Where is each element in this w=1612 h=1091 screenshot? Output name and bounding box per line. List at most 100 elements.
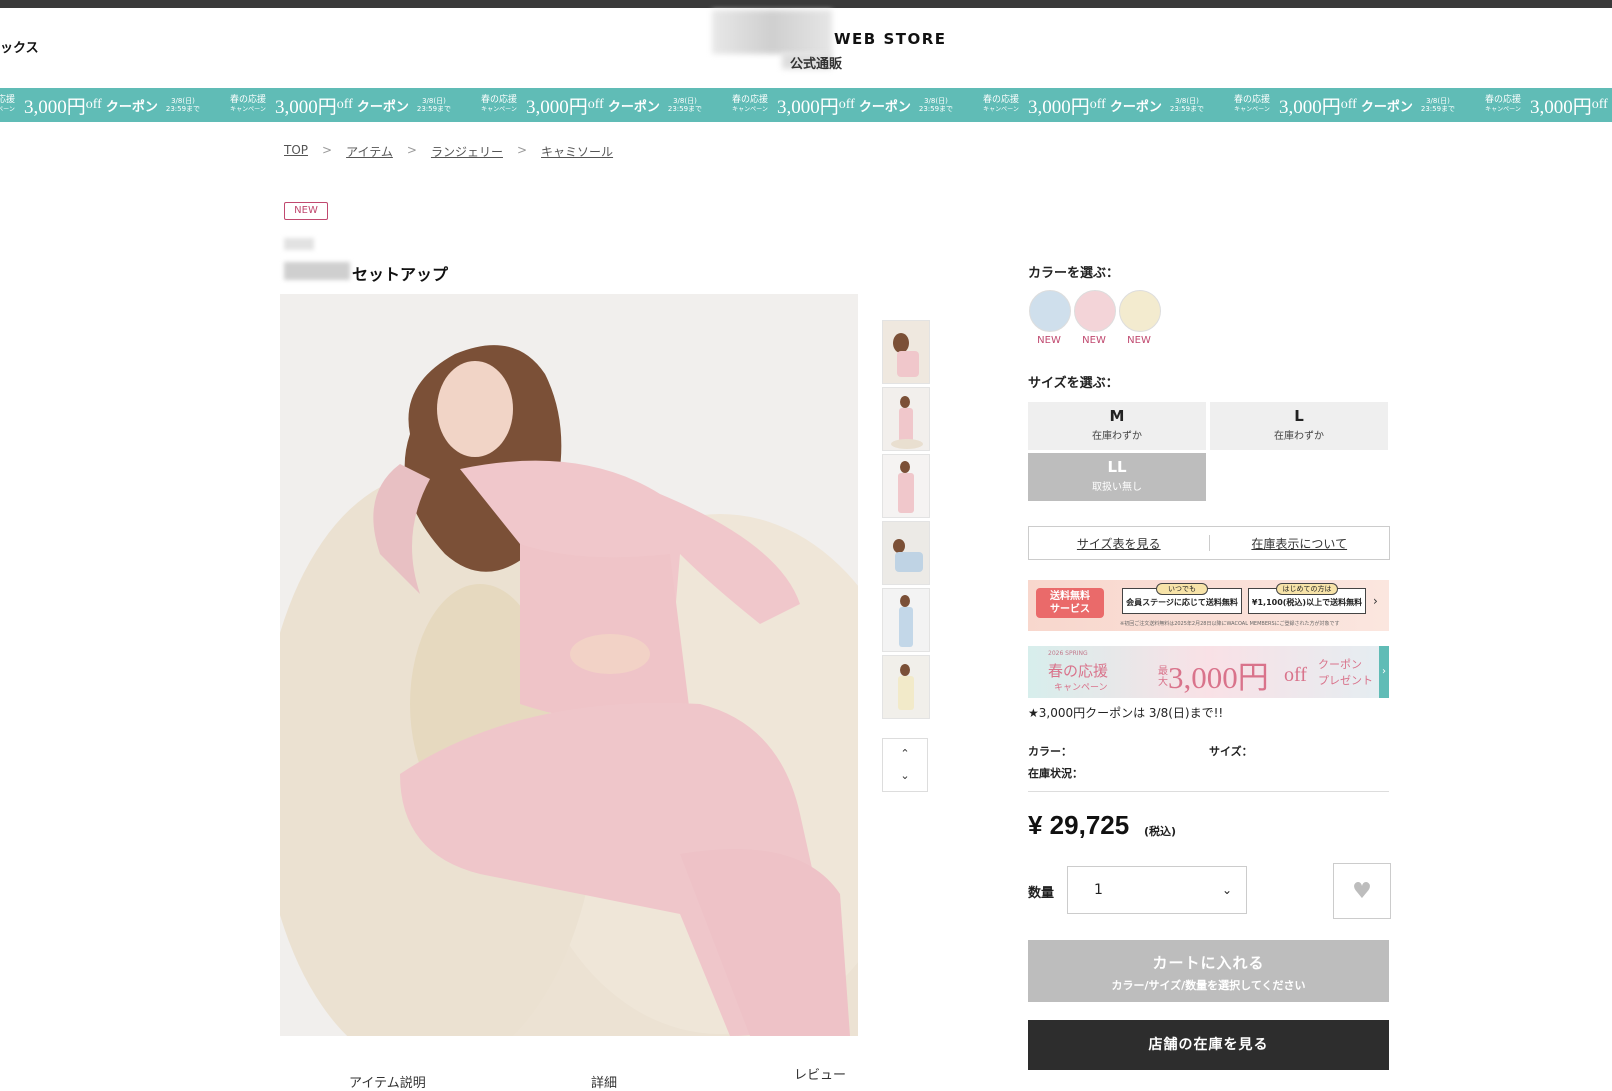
breadcrumb: TOP > アイテム > ランジェリー > キャミソール — [284, 143, 613, 160]
thumbnail-1[interactable] — [882, 320, 930, 384]
size-option-l[interactable]: L 在庫わずか — [1210, 402, 1388, 450]
banner-date: 3/8(日)23:59まで — [919, 97, 953, 113]
banner-coupon: クーポン — [1361, 96, 1413, 115]
first-time-box: はじめての方は ¥1,100(税込)以上で送料無料 — [1248, 588, 1366, 614]
header-nav-text[interactable]: ックス — [0, 37, 39, 56]
banner-campaign: 春の応援キャンペーン — [980, 96, 1022, 114]
thumbnail-5[interactable] — [882, 588, 930, 652]
member-ship-box: いつでも 会員ステージに応じて送料無料 — [1122, 588, 1242, 614]
thumbnail-6[interactable] — [882, 655, 930, 719]
title-prefix-blur — [284, 262, 350, 280]
heart-icon: ♥ — [1352, 879, 1372, 904]
banner-off: off — [588, 97, 604, 113]
logo-subtitle: 公式通販 — [790, 53, 842, 72]
free-ship-text: 送料無料 — [1050, 591, 1090, 602]
chevron-right-icon: › — [1379, 646, 1389, 698]
tab-item-description[interactable]: アイテム説明 — [349, 1072, 426, 1091]
first-time-text: ¥1,100(税込)以上で送料無料 — [1249, 597, 1365, 608]
banner-date: 3/8(日)23:59まで — [1421, 97, 1455, 113]
logo-title[interactable]: WEB STORE — [834, 30, 947, 48]
banner-date: 3/8(日)23:59まで — [166, 97, 200, 113]
cart-label: カートに入れる — [1028, 952, 1389, 973]
thumbnail-2[interactable] — [882, 387, 930, 451]
banner-off: off — [1341, 97, 1357, 113]
size-option-ll: LL 取扱い無し — [1028, 453, 1206, 501]
favorite-button[interactable]: ♥ — [1333, 863, 1391, 919]
logo-mark[interactable] — [712, 10, 832, 54]
thumbnail-4[interactable] — [882, 521, 930, 585]
banner-item[interactable]: 春の応援キャンペーン3,000円offクーポン3/8(日)23:59まで — [729, 88, 980, 122]
size-option-m[interactable]: M 在庫わずか — [1028, 402, 1206, 450]
banner-amount: 3,000円 — [526, 92, 588, 119]
spring-campaign-banner[interactable]: 2026 SPRING 春の応援 キャンペーン 最大 3,000円 off クー… — [1028, 646, 1389, 698]
stock-status-label: 在庫状況： — [1028, 765, 1083, 781]
new-badge: NEW — [284, 202, 328, 220]
always-tag: いつでも — [1156, 583, 1208, 595]
quantity-select[interactable]: 1 ⌄ — [1067, 866, 1247, 914]
cart-sub-label: カラー/サイズ/数量を選択してください — [1028, 977, 1389, 993]
size-name: LL — [1028, 458, 1206, 476]
divider — [1028, 791, 1389, 792]
chevron-right-icon: › — [1373, 594, 1378, 608]
selected-color-label: カラー： — [1028, 743, 1072, 759]
price-tax-note: (税込) — [1144, 823, 1176, 839]
banner-off: off — [1592, 97, 1608, 113]
banner-item[interactable]: 春の応援キャンペーン3,000円offクーポン3/8(日)23:59まで — [227, 88, 478, 122]
campaign-sub: キャンペーン — [1054, 680, 1108, 693]
banner-track: 春の応援キャンペーン3,000円offクーポン3/8(日)23:59まで春の応援… — [0, 88, 1612, 122]
add-to-cart-button[interactable]: カートに入れる カラー/サイズ/数量を選択してください — [1028, 940, 1389, 1002]
banner-date: 3/8(日)23:59まで — [417, 97, 451, 113]
coupon-text: クーポン — [1318, 656, 1362, 672]
banner-coupon: クーポン — [106, 96, 158, 115]
banner-item[interactable]: 春の応援キャンペーン3,000円offクーポン3/8(日)23:59まで — [1231, 88, 1482, 122]
breadcrumb-top[interactable]: TOP — [284, 143, 308, 160]
breadcrumb-camisole[interactable]: キャミソール — [541, 143, 613, 160]
banner-date: 3/8(日)23:59まで — [668, 97, 702, 113]
product-main-image[interactable] — [280, 294, 858, 1036]
breadcrumb-separator: > — [517, 143, 527, 160]
product-title: セットアップ — [352, 261, 448, 285]
tab-reviews[interactable]: レビュー — [794, 1064, 846, 1083]
fine-print: ※初回ご注文送料無料は2025年2月28日以降にWACOAL MEMBERSにご… — [1120, 620, 1340, 627]
color-swatch-blue[interactable] — [1029, 290, 1071, 332]
top-bar — [0, 0, 1612, 8]
banner-campaign: 春の応援キャンペーン — [1482, 96, 1524, 114]
tab-details[interactable]: 詳細 — [591, 1072, 617, 1091]
free-ship-label: 送料無料 サービス — [1036, 588, 1104, 618]
quantity-value: 1 — [1094, 882, 1103, 898]
banner-amount: 3,000円 — [1530, 92, 1592, 119]
banner-amount: 3,000円 — [24, 92, 86, 119]
brand-name-blur — [284, 238, 314, 250]
size-name: M — [1028, 407, 1206, 425]
banner-item[interactable]: 春の応援キャンペーン3,000円offクーポン3/8(日)23:59まで — [980, 88, 1231, 122]
banner-off: off — [839, 97, 855, 113]
size-chart-link[interactable]: サイズ表を見る — [1029, 527, 1209, 559]
breadcrumb-lingerie[interactable]: ランジェリー — [431, 143, 503, 160]
color-swatch-yellow[interactable] — [1119, 290, 1161, 332]
spring-text: 2026 SPRING — [1048, 650, 1088, 657]
banner-item[interactable]: 春の応援キャンペーン3,000円offクーポン3/8(日)23:59まで — [0, 88, 227, 122]
banner-coupon: クーポン — [608, 96, 660, 115]
chevron-down-icon[interactable]: ⌄ — [900, 765, 909, 787]
banner-item[interactable]: 春の応援キャンペーン3,000円offクーポン3/8(日)23:59まで — [478, 88, 729, 122]
size-stock: 在庫わずか — [1210, 427, 1388, 442]
size-stock: 取扱い無し — [1028, 478, 1206, 493]
stock-info-link[interactable]: 在庫表示について — [1210, 527, 1390, 559]
breadcrumb-separator: > — [322, 143, 332, 160]
size-label: サイズを選ぶ： — [1028, 372, 1119, 391]
banner-item[interactable]: 春の応援キャンペーン3,000円offクーポン3/8(日)23:59まで — [1482, 88, 1612, 122]
thumbnail-3[interactable] — [882, 454, 930, 518]
banner-off: off — [86, 97, 102, 113]
breadcrumb-separator: > — [407, 143, 417, 160]
campaign-banner[interactable]: 春の応援キャンペーン3,000円offクーポン3/8(日)23:59まで春の応援… — [0, 88, 1612, 122]
banner-coupon: クーポン — [859, 96, 911, 115]
chevron-up-icon[interactable]: ⌃ — [900, 743, 909, 765]
store-stock-button[interactable]: 店舗の在庫を見る — [1028, 1020, 1389, 1070]
breadcrumb-item[interactable]: アイテム — [346, 143, 393, 160]
color-label: カラーを選ぶ： — [1028, 262, 1119, 281]
banner-amount: 3,000円 — [275, 92, 337, 119]
color-swatch-pink[interactable] — [1074, 290, 1116, 332]
banner-off: off — [1090, 97, 1106, 113]
free-shipping-banner[interactable]: 送料無料 サービス いつでも 会員ステージに応じて送料無料 はじめての方は ¥1… — [1028, 580, 1389, 631]
size-links: サイズ表を見る 在庫表示について — [1028, 526, 1390, 560]
